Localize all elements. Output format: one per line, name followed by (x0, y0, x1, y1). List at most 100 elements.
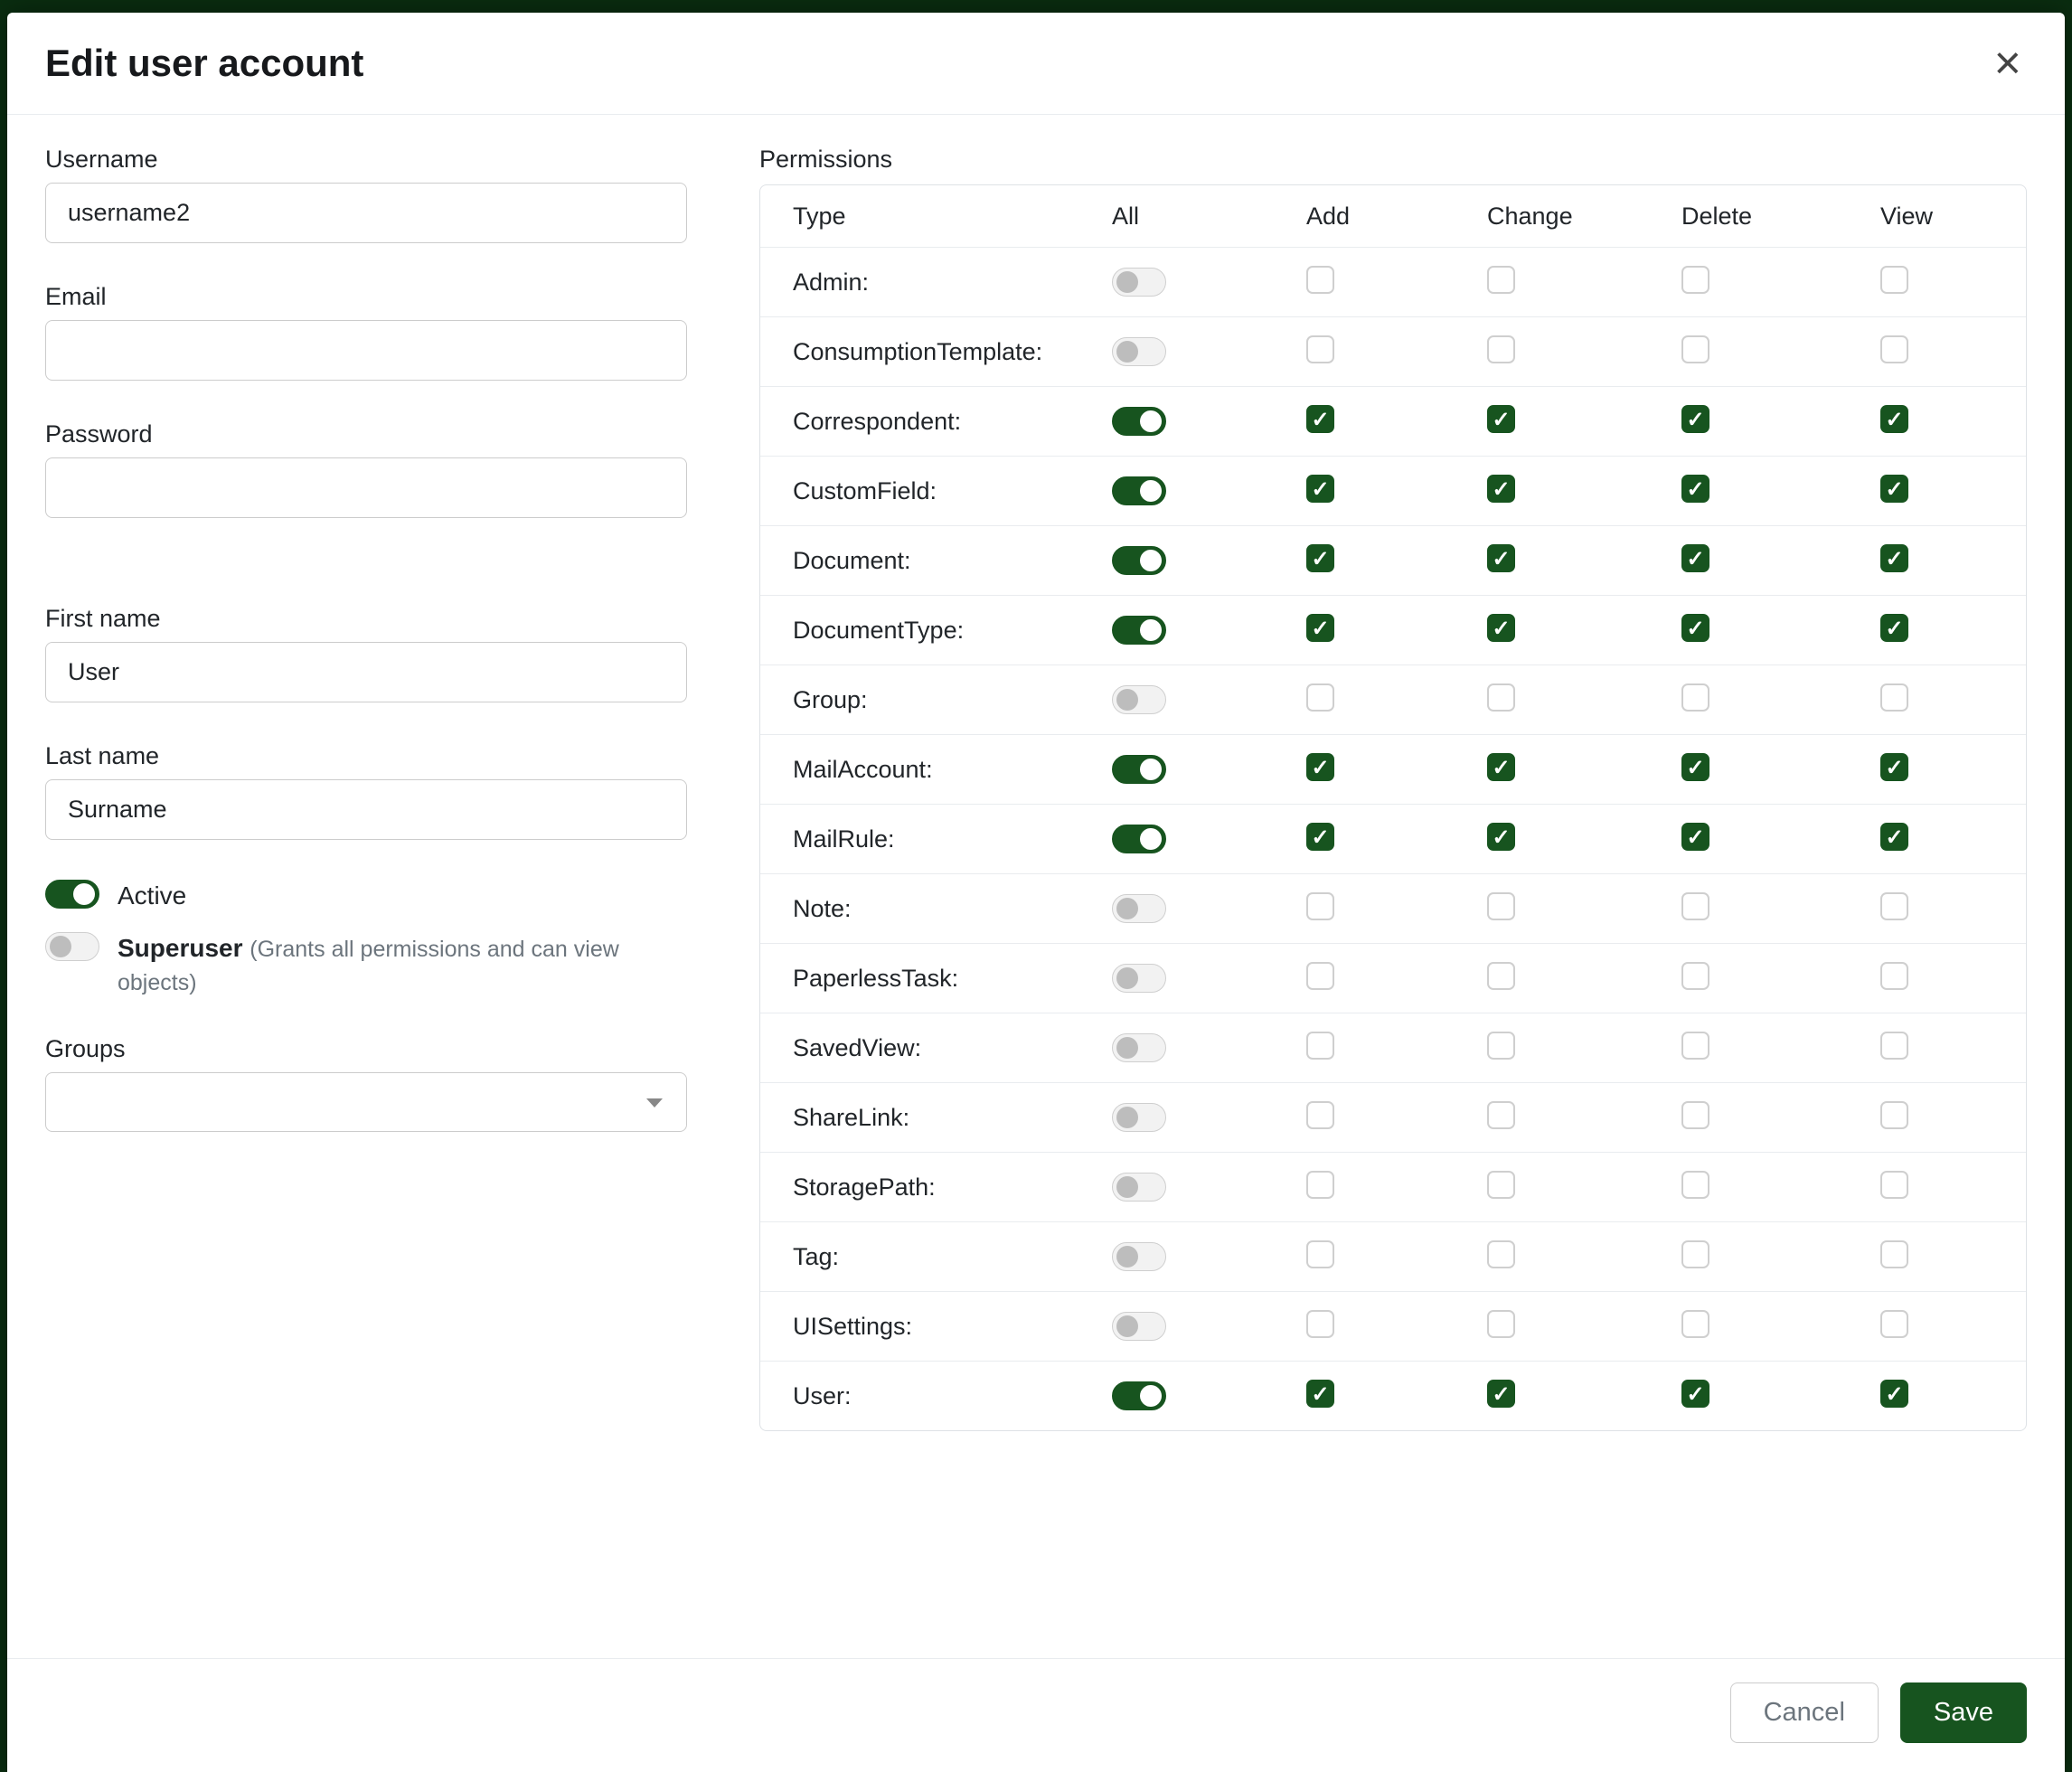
cancel-button[interactable]: Cancel (1730, 1682, 1879, 1743)
groups-select[interactable] (45, 1072, 687, 1132)
chevron-down-icon (646, 1098, 663, 1108)
permission-all-toggle[interactable] (1112, 546, 1166, 575)
username-input[interactable] (45, 183, 687, 243)
permission-view-checkbox[interactable] (1880, 1171, 1908, 1199)
permission-add-checkbox[interactable] (1306, 405, 1334, 433)
permission-delete-checkbox[interactable] (1681, 1171, 1709, 1199)
permission-add-checkbox[interactable] (1306, 266, 1334, 294)
permission-add-checkbox[interactable] (1306, 544, 1334, 572)
permission-change-checkbox[interactable] (1487, 335, 1515, 363)
permission-delete-checkbox[interactable] (1681, 823, 1709, 851)
first-name-input[interactable] (45, 642, 687, 702)
permission-delete-checkbox[interactable] (1681, 544, 1709, 572)
permission-add-checkbox[interactable] (1306, 614, 1334, 642)
permission-all-toggle[interactable] (1112, 685, 1166, 714)
permission-all-toggle[interactable] (1112, 407, 1166, 436)
superuser-toggle[interactable] (45, 932, 99, 961)
permission-view-checkbox[interactable] (1880, 405, 1908, 433)
permission-change-checkbox[interactable] (1487, 1171, 1515, 1199)
permission-view-checkbox[interactable] (1880, 962, 1908, 990)
permission-change-checkbox[interactable] (1487, 823, 1515, 851)
permission-all-toggle[interactable] (1112, 1033, 1166, 1062)
save-button[interactable]: Save (1900, 1682, 2027, 1743)
permission-add-checkbox[interactable] (1306, 1380, 1334, 1408)
permission-change-checkbox[interactable] (1487, 405, 1515, 433)
permission-view-checkbox[interactable] (1880, 335, 1908, 363)
permission-all-toggle[interactable] (1112, 1242, 1166, 1271)
permission-add-checkbox[interactable] (1306, 335, 1334, 363)
permission-delete-checkbox[interactable] (1681, 1240, 1709, 1268)
permission-add-checkbox[interactable] (1306, 892, 1334, 920)
last-name-input[interactable] (45, 779, 687, 840)
permission-change-checkbox[interactable] (1487, 266, 1515, 294)
email-input[interactable] (45, 320, 687, 381)
permission-delete-checkbox[interactable] (1681, 1101, 1709, 1129)
permission-delete-checkbox[interactable] (1681, 1032, 1709, 1060)
permission-add-checkbox[interactable] (1306, 1032, 1334, 1060)
permission-change-checkbox[interactable] (1487, 1380, 1515, 1408)
permission-view-checkbox[interactable] (1880, 892, 1908, 920)
permission-all-toggle[interactable] (1112, 268, 1166, 297)
permission-all-toggle[interactable] (1112, 755, 1166, 784)
permission-change-checkbox[interactable] (1487, 683, 1515, 712)
permission-all-toggle[interactable] (1112, 337, 1166, 366)
permission-all-toggle[interactable] (1112, 1173, 1166, 1202)
permission-delete-checkbox[interactable] (1681, 475, 1709, 503)
permission-add-checkbox[interactable] (1306, 683, 1334, 712)
permission-view-checkbox[interactable] (1880, 683, 1908, 712)
permission-all-toggle[interactable] (1112, 476, 1166, 505)
permission-all-toggle[interactable] (1112, 825, 1166, 853)
permission-view-checkbox[interactable] (1880, 1032, 1908, 1060)
permission-all-toggle[interactable] (1112, 1381, 1166, 1410)
active-toggle[interactable] (45, 880, 99, 909)
permission-delete-checkbox[interactable] (1681, 266, 1709, 294)
permission-view-checkbox[interactable] (1880, 544, 1908, 572)
permission-view-checkbox[interactable] (1880, 1240, 1908, 1268)
permission-change-checkbox[interactable] (1487, 892, 1515, 920)
permission-change-checkbox[interactable] (1487, 753, 1515, 781)
permission-delete-checkbox[interactable] (1681, 1380, 1709, 1408)
permission-add-checkbox[interactable] (1306, 962, 1334, 990)
permission-delete-checkbox[interactable] (1681, 335, 1709, 363)
permission-all-toggle[interactable] (1112, 964, 1166, 993)
permission-change-checkbox[interactable] (1487, 962, 1515, 990)
permission-change-checkbox[interactable] (1487, 475, 1515, 503)
permission-change-checkbox[interactable] (1487, 544, 1515, 572)
permission-view-checkbox[interactable] (1880, 266, 1908, 294)
permission-add-checkbox[interactable] (1306, 1310, 1334, 1338)
permission-change-checkbox[interactable] (1487, 1240, 1515, 1268)
close-icon[interactable]: × (1989, 40, 2027, 87)
permission-row: ConsumptionTemplate: (760, 316, 2026, 386)
permission-add-checkbox[interactable] (1306, 753, 1334, 781)
password-input[interactable] (45, 457, 687, 518)
permission-all-toggle[interactable] (1112, 894, 1166, 923)
permission-view-checkbox[interactable] (1880, 1101, 1908, 1129)
permission-change-checkbox[interactable] (1487, 614, 1515, 642)
permission-view-checkbox[interactable] (1880, 753, 1908, 781)
permission-delete-checkbox[interactable] (1681, 892, 1709, 920)
toggle-knob (50, 936, 71, 957)
permission-delete-checkbox[interactable] (1681, 683, 1709, 712)
permission-change-checkbox[interactable] (1487, 1032, 1515, 1060)
permission-add-checkbox[interactable] (1306, 475, 1334, 503)
permission-delete-checkbox[interactable] (1681, 614, 1709, 642)
permission-change-checkbox[interactable] (1487, 1310, 1515, 1338)
permission-all-toggle[interactable] (1112, 1312, 1166, 1341)
permission-add-checkbox[interactable] (1306, 1240, 1334, 1268)
permission-add-checkbox[interactable] (1306, 823, 1334, 851)
modal-header: Edit user account × (7, 13, 2065, 115)
permission-view-checkbox[interactable] (1880, 475, 1908, 503)
permission-delete-checkbox[interactable] (1681, 962, 1709, 990)
permission-view-checkbox[interactable] (1880, 823, 1908, 851)
permission-view-checkbox[interactable] (1880, 614, 1908, 642)
permission-add-checkbox[interactable] (1306, 1171, 1334, 1199)
permission-all-toggle[interactable] (1112, 616, 1166, 645)
permission-change-checkbox[interactable] (1487, 1101, 1515, 1129)
permission-all-toggle[interactable] (1112, 1103, 1166, 1132)
permission-view-checkbox[interactable] (1880, 1310, 1908, 1338)
permission-delete-checkbox[interactable] (1681, 753, 1709, 781)
permission-delete-checkbox[interactable] (1681, 1310, 1709, 1338)
permission-delete-checkbox[interactable] (1681, 405, 1709, 433)
permission-view-checkbox[interactable] (1880, 1380, 1908, 1408)
permission-add-checkbox[interactable] (1306, 1101, 1334, 1129)
